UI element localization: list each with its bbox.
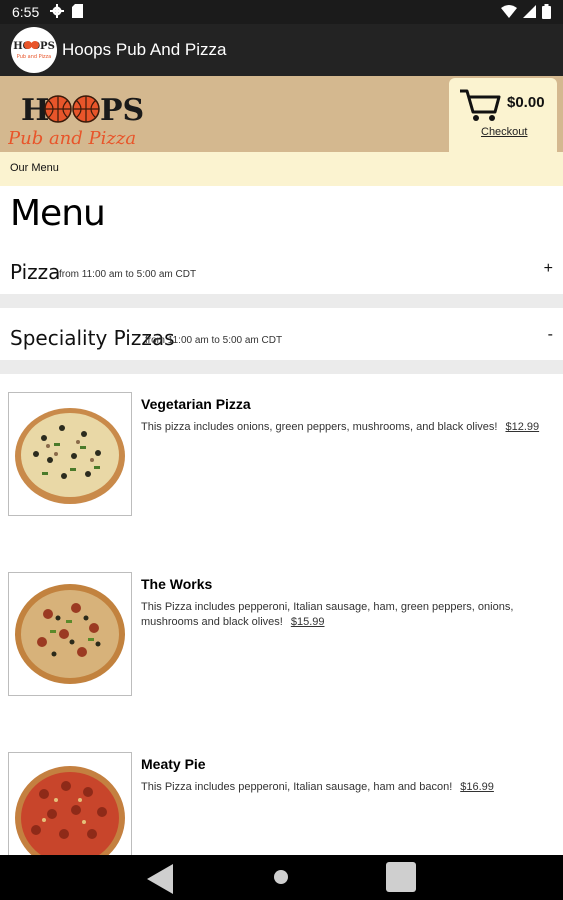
- category-hours: from 11:00 am to 5:00 am CDT: [59, 269, 197, 280]
- app-bar: HOOPS Pub and Pizza Hoops Pub And Pizza: [0, 24, 563, 76]
- cart-total: $0.00: [507, 94, 545, 111]
- item-description-text: This pizza includes onions, green pepper…: [141, 421, 498, 433]
- breadcrumb-our-menu[interactable]: Our Menu: [10, 162, 59, 174]
- settings-icon: [50, 4, 64, 21]
- pizza-image[interactable]: [8, 392, 132, 516]
- section-divider: [0, 294, 563, 308]
- status-time: 6:55: [12, 4, 40, 20]
- svg-text:Pub and Pizza: Pub and Pizza: [8, 128, 136, 146]
- status-bar: 6:55: [0, 0, 563, 24]
- category-pizza[interactable]: Pizza from 11:00 am to 5:00 am CDT +: [0, 250, 563, 294]
- shopping-cart-icon[interactable]: [459, 88, 501, 127]
- app-title: Hoops Pub And Pizza: [62, 40, 227, 59]
- back-icon[interactable]: [145, 864, 175, 899]
- app-logo: HOOPS Pub and Pizza: [11, 27, 57, 73]
- category-name: Pizza: [10, 260, 61, 284]
- recent-apps-icon[interactable]: [386, 862, 416, 892]
- site-header: H PS Pub and Pizza $0.00 Checkout: [0, 76, 563, 160]
- system-nav-bar: [0, 855, 563, 900]
- checkout-link[interactable]: Checkout: [481, 126, 527, 138]
- wifi-icon: [501, 5, 517, 21]
- item-price[interactable]: $12.99: [505, 421, 539, 433]
- breadcrumb-bar: Our Menu: [0, 152, 563, 186]
- pizza-image[interactable]: [8, 752, 132, 858]
- section-divider: [0, 360, 563, 374]
- item-description: This Pizza includes pepperoni, Italian s…: [141, 600, 551, 630]
- expand-toggle[interactable]: +: [544, 260, 553, 278]
- svg-text:PS: PS: [100, 93, 144, 128]
- sd-card-icon: [72, 4, 83, 21]
- item-description-text: This Pizza includes pepperoni, Italian s…: [141, 601, 514, 628]
- item-description: This pizza includes onions, green pepper…: [141, 420, 551, 435]
- svg-text:Pub and Pizza: Pub and Pizza: [17, 54, 51, 60]
- collapse-toggle[interactable]: -: [548, 326, 553, 344]
- category-speciality-pizzas[interactable]: Speciality Pizzas from 11:00 am to 5:00 …: [0, 316, 563, 360]
- item-price[interactable]: $15.99: [291, 616, 325, 628]
- page-title: Menu: [10, 193, 106, 234]
- item-description: This Pizza includes pepperoni, Italian s…: [141, 780, 551, 795]
- item-name[interactable]: Meaty Pie: [141, 756, 206, 772]
- signal-icon: [523, 5, 536, 21]
- brand-logo[interactable]: H PS Pub and Pizza: [7, 84, 158, 149]
- home-icon[interactable]: [274, 870, 288, 884]
- item-name[interactable]: Vegetarian Pizza: [141, 396, 251, 412]
- item-name[interactable]: The Works: [141, 576, 212, 592]
- battery-icon: [542, 4, 551, 22]
- item-description-text: This Pizza includes pepperoni, Italian s…: [141, 781, 453, 793]
- item-price[interactable]: $16.99: [460, 781, 494, 793]
- cart-widget[interactable]: $0.00 Checkout: [449, 78, 557, 160]
- category-hours: from 11:00 am to 5:00 am CDT: [145, 335, 283, 346]
- pizza-image[interactable]: [8, 572, 132, 696]
